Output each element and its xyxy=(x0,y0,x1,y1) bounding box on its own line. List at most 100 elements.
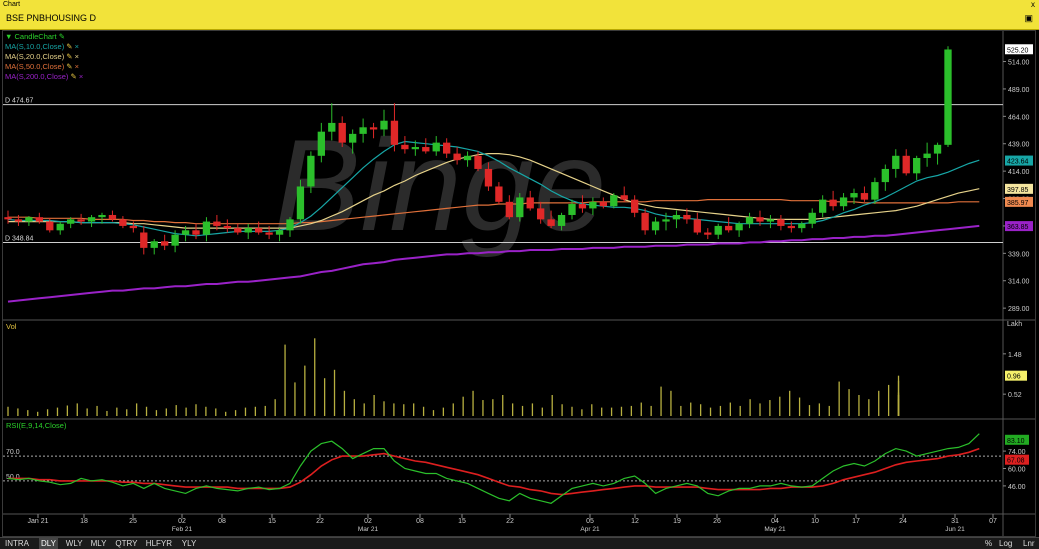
candle-body[interactable] xyxy=(275,230,284,235)
scale-button[interactable]: Lnr xyxy=(1023,538,1035,549)
candle-body[interactable] xyxy=(338,122,346,143)
candle-body[interactable] xyxy=(568,204,576,215)
candle-body[interactable] xyxy=(537,208,545,220)
candle-body[interactable] xyxy=(871,182,879,200)
candle-body[interactable] xyxy=(14,219,23,222)
candle-body[interactable] xyxy=(662,219,670,222)
candle-body[interactable] xyxy=(244,228,252,233)
edit-icon[interactable]: ✎ xyxy=(70,72,76,81)
candle-body[interactable] xyxy=(526,197,534,209)
timeframe-tab[interactable]: QTRY xyxy=(113,538,139,549)
remove-icon[interactable]: × xyxy=(75,62,79,71)
edit-icon[interactable]: ✎ xyxy=(66,52,72,61)
remove-icon[interactable]: × xyxy=(79,72,83,81)
candle-body[interactable] xyxy=(610,195,618,207)
ma-legend-item[interactable]: MA(S,10.0,Close) ✎ × xyxy=(5,42,83,52)
candle-body[interactable] xyxy=(401,144,409,150)
candle-body[interactable] xyxy=(777,219,785,226)
candle-body[interactable] xyxy=(98,214,106,218)
candle-body[interactable] xyxy=(819,199,827,213)
candle-body[interactable] xyxy=(328,122,336,132)
candle-body[interactable] xyxy=(286,219,294,231)
candle-body[interactable] xyxy=(495,186,503,202)
candle-body[interactable] xyxy=(223,225,231,229)
candle-body[interactable] xyxy=(307,155,315,187)
candle-body[interactable] xyxy=(620,195,628,200)
candle-body[interactable] xyxy=(129,225,137,229)
candle-body[interactable] xyxy=(453,153,461,161)
candle-body[interactable] xyxy=(589,201,597,209)
candle-body[interactable] xyxy=(87,217,96,222)
candle-body[interactable] xyxy=(693,219,701,233)
candle-body[interactable] xyxy=(35,217,43,222)
candle-body[interactable] xyxy=(484,168,493,187)
candle-body[interactable] xyxy=(756,217,764,222)
candle-body[interactable] xyxy=(745,217,754,224)
ma-legend-item[interactable]: MA(S,50.0,Close) ✎ × xyxy=(5,62,83,72)
candle-body[interactable] xyxy=(641,212,649,231)
candle-body[interactable] xyxy=(829,199,837,207)
candle-body[interactable] xyxy=(359,127,367,134)
candle-body[interactable] xyxy=(463,155,472,161)
candle-body[interactable] xyxy=(108,214,117,220)
candle-body[interactable] xyxy=(234,228,242,233)
ma-legend-item[interactable]: MA(S,20.0,Close) ✎ × xyxy=(5,52,83,62)
timeframe-tab[interactable]: INTRA xyxy=(3,538,31,549)
candle-body[interactable] xyxy=(735,223,743,231)
candle-body[interactable] xyxy=(432,142,440,152)
candle-body[interactable] xyxy=(150,241,158,248)
candle-body[interactable] xyxy=(181,230,190,235)
candle-body[interactable] xyxy=(505,201,513,218)
candle-body[interactable] xyxy=(317,131,325,156)
candle-body[interactable] xyxy=(349,133,357,143)
timeframe-tab[interactable]: WLY xyxy=(64,538,85,549)
candle-body[interactable] xyxy=(411,147,419,150)
edit-icon[interactable]: ✎ xyxy=(66,42,72,51)
candle-body[interactable] xyxy=(265,232,273,235)
legend-candle[interactable]: ▼ CandleChart ✎ xyxy=(5,32,83,42)
remove-icon[interactable]: × xyxy=(75,42,79,51)
candle-body[interactable] xyxy=(255,228,263,233)
candle-body[interactable] xyxy=(672,214,681,220)
candle-body[interactable] xyxy=(119,219,127,226)
candle-body[interactable] xyxy=(296,186,305,220)
candle-body[interactable] xyxy=(933,144,942,154)
candle-body[interactable] xyxy=(422,147,430,152)
timeframe-tab[interactable]: DLY xyxy=(39,538,58,549)
candle-body[interactable] xyxy=(4,217,12,220)
candle-body[interactable] xyxy=(390,120,399,145)
candle-body[interactable] xyxy=(171,234,179,246)
candle-body[interactable] xyxy=(631,199,639,213)
candle-body[interactable] xyxy=(516,197,524,218)
candle-body[interactable] xyxy=(714,225,722,235)
candle-body[interactable] xyxy=(557,214,566,226)
candle-body[interactable] xyxy=(474,155,482,169)
candle-body[interactable] xyxy=(140,232,148,248)
edit-icon[interactable]: ✎ xyxy=(66,62,72,71)
scale-button[interactable]: % xyxy=(985,538,992,549)
candle-body[interactable] xyxy=(213,221,221,226)
scale-button[interactable]: Log xyxy=(999,538,1012,549)
candle-body[interactable] xyxy=(944,49,952,145)
candle-body[interactable] xyxy=(599,201,607,207)
chart-canvas[interactable]: Binge D 474.67D 348.84514.00489.00464.00… xyxy=(0,0,1039,537)
candle-body[interactable] xyxy=(725,225,733,231)
timeframe-tab[interactable]: HLFYR xyxy=(144,538,174,549)
candle-body[interactable] xyxy=(839,197,848,207)
candle-body[interactable] xyxy=(651,221,660,231)
edit-icon[interactable]: ✎ xyxy=(59,32,65,41)
candle-body[interactable] xyxy=(913,157,921,174)
candle-body[interactable] xyxy=(380,120,388,130)
ma-legend-item[interactable]: MA(S,200.0,Close) ✎ × xyxy=(5,72,83,82)
candle-body[interactable] xyxy=(443,142,451,154)
timeframe-tab[interactable]: YLY xyxy=(180,538,199,549)
candle-body[interactable] xyxy=(902,155,910,174)
candle-body[interactable] xyxy=(578,204,587,209)
candle-body[interactable] xyxy=(798,223,806,229)
remove-icon[interactable]: × xyxy=(75,52,79,61)
candle-body[interactable] xyxy=(547,219,555,226)
candle-body[interactable] xyxy=(161,241,169,246)
candle-body[interactable] xyxy=(766,219,775,222)
candle-body[interactable] xyxy=(860,193,869,200)
candle-body[interactable] xyxy=(56,223,64,231)
